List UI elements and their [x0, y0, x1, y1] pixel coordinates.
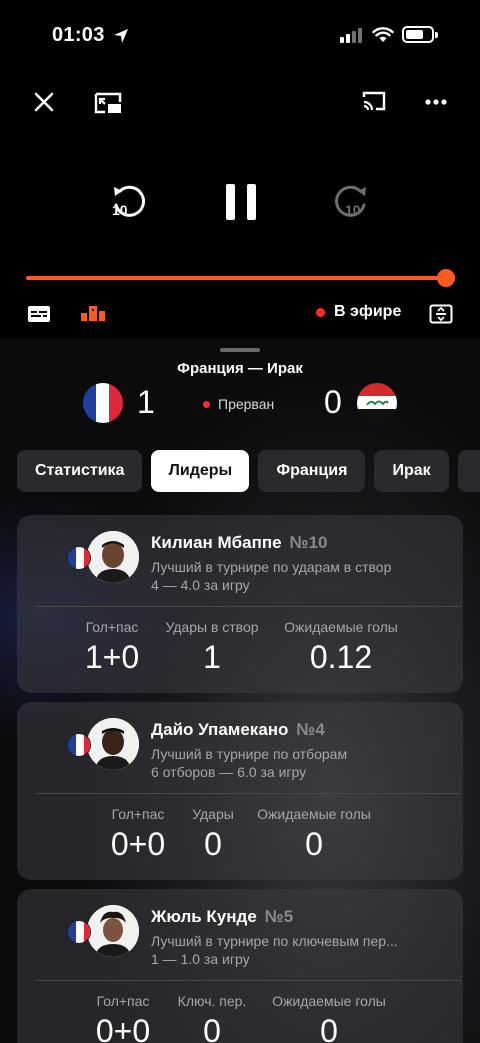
pause-icon: [226, 184, 256, 220]
stat-key-passes: Ключ. пер. 0: [177, 993, 247, 1043]
france-flag: [83, 383, 123, 423]
wifi-icon: [372, 27, 394, 42]
live-dot: [316, 307, 325, 317]
svg-text:10: 10: [112, 202, 128, 218]
player-name: Жюль Кунде: [151, 907, 257, 926]
tab-bar: Статистика Лидеры Франция Ирак: [17, 450, 480, 492]
status-time: 01:03: [52, 24, 105, 46]
france-flag-small: [67, 920, 91, 944]
stats-icon[interactable]: [80, 305, 106, 321]
player-number: №5: [264, 907, 294, 926]
status-bar: 01:03: [0, 0, 480, 70]
tab-france[interactable]: Франция: [258, 450, 366, 492]
away-score: 0: [324, 384, 342, 420]
leader-card[interactable]: Дайо Упамекано №4 Лучший в турнире по от…: [17, 702, 463, 880]
avatar: [87, 718, 139, 770]
match-sheet: Франция — Ирак 1 Прерван 0 Статистика Ли…: [0, 338, 480, 1043]
player-description: Лучший в турнире по отборам 6 отборов — …: [151, 746, 348, 780]
player-description: Лучший в турнире по ударам в створ 4 — 4…: [151, 559, 392, 593]
close-icon[interactable]: [34, 92, 54, 112]
cast-icon[interactable]: [361, 89, 387, 113]
france-flag-small: [67, 733, 91, 757]
live-indicator: В эфире: [316, 303, 401, 321]
tab-leaders[interactable]: Лидеры: [151, 450, 250, 492]
progress-handle[interactable]: [437, 269, 455, 287]
player-name: Килиан Мбаппе: [151, 533, 282, 552]
screen-mode-icon[interactable]: [429, 304, 453, 324]
divider: [35, 793, 461, 794]
tab-more[interactable]: [457, 450, 480, 492]
battery-icon: [402, 26, 438, 43]
france-flag-small: [67, 546, 91, 570]
home-score: 1: [137, 384, 155, 420]
avatar: [87, 905, 139, 957]
match-status-label: Прерван: [218, 396, 275, 412]
progress-bar[interactable]: [26, 276, 446, 280]
stat-expected-goals: Ожидаемые голы 0: [257, 806, 371, 862]
pause-button[interactable]: [224, 183, 258, 221]
stat-goals-assists: Гол+пас 0+0: [95, 993, 151, 1043]
more-icon[interactable]: [425, 98, 447, 106]
leader-card[interactable]: Жюль Кунде №5 Лучший в турнире по ключев…: [17, 889, 463, 1043]
rewind-10-icon[interactable]: 10: [110, 183, 148, 221]
tab-iraq[interactable]: Ирак: [374, 450, 449, 492]
stat-expected-goals: Ожидаемые голы 0.12: [284, 619, 398, 675]
player-number: №4: [296, 720, 325, 739]
picture-in-picture-icon[interactable]: [93, 91, 123, 115]
status-dot: [203, 400, 210, 408]
match-title: Франция — Ирак: [177, 360, 303, 377]
player-name: Дайо Упамекано: [151, 720, 289, 739]
live-label: В эфире: [334, 303, 402, 320]
forward-10-icon[interactable]: 10: [332, 183, 370, 221]
divider: [35, 980, 461, 981]
subtitles-icon[interactable]: [27, 305, 51, 323]
stat-shots-on-target: Удары в створ 1: [165, 619, 259, 675]
signal-icon: [340, 28, 362, 43]
player-description: Лучший в турнире по ключевым пер... 1 — …: [151, 933, 398, 967]
player-number: №10: [289, 533, 328, 552]
stat-shots: Удары 0: [192, 806, 234, 862]
location-arrow-icon: [114, 29, 128, 43]
stat-expected-goals: Ожидаемые голы 0: [272, 993, 386, 1043]
match-status: Прерван: [203, 396, 274, 412]
stat-goals-assists: Гол+пас 1+0: [84, 619, 140, 675]
sheet-grabber[interactable]: [220, 348, 260, 352]
svg-text:10: 10: [345, 202, 361, 218]
stat-goals-assists: Гол+пас 0+0: [110, 806, 166, 862]
iraq-flag: [357, 383, 397, 423]
avatar: [87, 531, 139, 583]
divider: [35, 606, 461, 607]
leader-card[interactable]: Килиан Мбаппе №10 Лучший в турнире по уд…: [17, 515, 463, 693]
tab-statistics[interactable]: Статистика: [17, 450, 143, 492]
